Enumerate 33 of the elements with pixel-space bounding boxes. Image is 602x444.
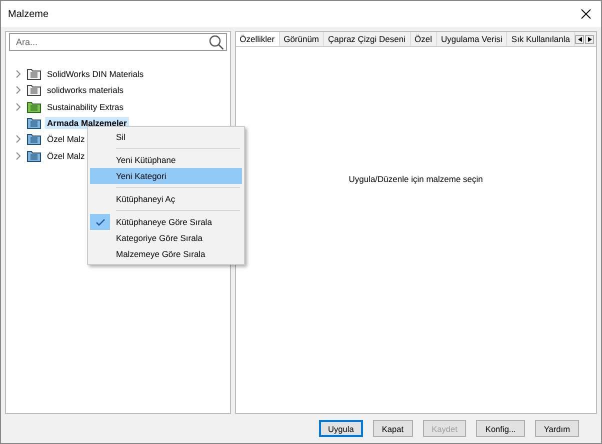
folder-list-icon (27, 68, 41, 80)
tab[interactable]: Özellikler (236, 32, 280, 46)
tree-item[interactable]: Sustainability Extras (45, 100, 126, 113)
checkmark-icon (96, 218, 104, 226)
empty-message: Uygula/Düzenle için malzeme seçin (348, 174, 483, 184)
scroll-left-button[interactable] (575, 34, 584, 44)
menu-item[interactable]: Yeni Kütüphane (90, 152, 242, 168)
menu-item[interactable]: Kütüphaneye Göre Sırala (90, 214, 242, 230)
menu-item[interactable]: Kütüphaneyi Aç (90, 191, 242, 207)
close-button[interactable] (579, 7, 593, 21)
scroll-right-button[interactable] (585, 34, 594, 44)
menu-item[interactable]: Kategoriye Göre Sırala (90, 230, 242, 246)
folder-list-icon (27, 150, 41, 162)
right-triangle-icon (588, 36, 592, 42)
menu-item[interactable]: Yeni Kategori (90, 168, 242, 184)
left-triangle-icon (578, 36, 582, 42)
folder-list-icon (27, 100, 41, 113)
tree-item[interactable]: Özel Malz (45, 150, 87, 162)
dialog-button[interactable]: Uygula (319, 420, 363, 437)
dialog-button[interactable]: Konfig... (476, 420, 525, 437)
tree-item[interactable]: solidworks materials (45, 84, 126, 96)
search-icon (208, 34, 224, 50)
folder-list-icon (27, 133, 41, 146)
tree-item[interactable]: Özel Malz (45, 133, 87, 146)
search-field[interactable]: Ara... (9, 33, 227, 51)
menu-item[interactable]: Sil (90, 129, 242, 145)
dialog-button[interactable]: Kapat (372, 420, 413, 437)
window-title: Malzeme (8, 8, 49, 20)
menu-item[interactable]: Malzemeye Göre Sırala (90, 246, 242, 262)
folder-list-icon (27, 117, 41, 130)
dialog-button[interactable]: Yardım (534, 420, 579, 437)
folder-list-icon (27, 84, 41, 96)
tree-item[interactable]: SolidWorks DIN Materials (45, 68, 146, 80)
